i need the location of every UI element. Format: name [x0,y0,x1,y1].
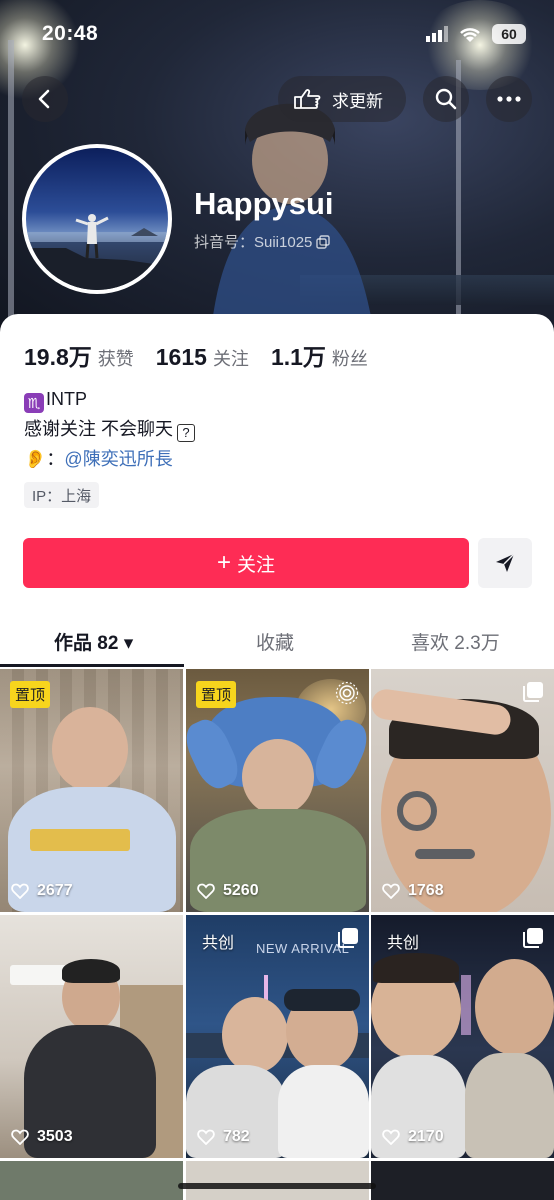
tab-favorites[interactable]: 收藏 [256,628,294,655]
douyin-id-text: 抖音号：Suii1025 [194,234,313,251]
status-icons: 60 [426,24,526,44]
stat-following-value: 1615 [155,344,207,370]
hand-point-icon [294,89,321,109]
pinned-badge: 置顶 [10,681,51,708]
overlay-text: NEW ARRIVAL [256,941,350,956]
video-thumbnail[interactable] [371,1161,554,1200]
like-count-value: 3503 [37,1128,73,1145]
multi-photo-icon [338,928,358,948]
back-button[interactable] [22,76,68,122]
stat-following-label: 关注 [212,349,249,369]
video-thumbnail[interactable]: 共创 2170 [371,915,554,1158]
heart-icon [11,883,29,899]
search-icon [435,88,457,110]
avatar-photo [26,214,168,290]
avatar[interactable] [22,144,172,294]
unknown-glyph-box: ? [177,424,196,442]
bio-mbti: INTP [46,389,88,409]
heart-icon [382,1129,400,1145]
stat-likes-value: 19.8万 [24,344,92,370]
follow-label: 关注 [237,554,276,576]
request-update-label: 求更新 [332,91,383,111]
wifi-icon [460,28,480,42]
multi-photo-icon [523,682,543,702]
collab-label: 共创 [387,935,420,952]
video-thumbnail[interactable]: 置顶 2677 [0,669,183,912]
heart-icon [382,883,400,899]
profile-card: 19.8万 获赞 1615 关注 1.1万 粉丝 ♏ INTP 感谢关注 不会聊天? 👂… [0,314,554,1200]
like-count-value: 5260 [223,882,259,899]
home-indicator[interactable] [178,1183,376,1189]
video-thumbnail[interactable] [186,1161,369,1200]
like-count: 2170 [382,1128,444,1146]
bio: ♏ INTP 感谢关注 不会聊天? 👂：@陳奕迅所長 [24,384,196,474]
like-count: 5260 [197,882,259,900]
more-button[interactable] [486,76,532,122]
signal-icon [426,26,448,42]
send-icon [496,553,515,572]
copy-icon[interactable] [316,234,331,249]
request-update-button[interactable]: 求更新 [278,76,406,122]
back-icon [38,89,50,109]
like-count: 1768 [382,882,444,900]
profile-stats: 19.8万 获赞 1615 关注 1.1万 粉丝 [24,338,368,372]
status-time: 20:48 [42,22,99,45]
tab-liked[interactable]: 喜欢 2.3万 [411,628,500,655]
multi-photo-icon [523,928,543,948]
bio-text: 感谢关注 不会聊天 [24,419,174,439]
follow-button[interactable]: + 关注 [23,538,469,588]
ear-icon: 👂 [24,449,47,469]
bio-separator: ： [46,449,65,469]
video-thumbnail[interactable]: 置顶 5260 [186,669,369,912]
send-message-button[interactable] [478,538,532,588]
bio-line-1: ♏ INTP [24,384,195,414]
video-thumbnail[interactable]: 3503 [0,915,183,1158]
more-icon [497,96,521,102]
heart-icon [197,1129,215,1145]
status-bar: 20:48 60 [0,0,554,66]
ip-location-tag: IP：上海 [24,482,100,508]
zodiac-icon: ♏ [24,393,44,413]
live-photo-icon [335,681,359,705]
heart-icon [197,883,215,899]
bio-line-3: 👂：@陳奕迅所長 [24,444,195,474]
video-thumbnail[interactable] [0,1161,183,1200]
collab-label: 共创 [202,935,235,952]
search-button[interactable] [423,76,469,122]
like-count-value: 2677 [37,882,73,899]
bio-line-2: 感谢关注 不会聊天? [24,414,196,444]
like-count-value: 1768 [408,882,444,899]
pinned-badge: 置顶 [196,681,237,708]
like-count: 3503 [11,1128,73,1146]
stat-likes-label: 获赞 [97,349,134,369]
heart-icon [11,1129,29,1145]
douyin-id[interactable]: 抖音号：Suii1025 [194,231,331,252]
stat-followers-label: 粉丝 [331,349,368,369]
video-thumbnail[interactable]: 1768 [371,669,554,912]
video-thumbnail[interactable]: NEW ARRIVAL 共创 782 [186,915,369,1158]
stat-likes[interactable]: 19.8万 获赞 [24,338,134,372]
like-count-value: 2170 [408,1128,444,1145]
like-count: 782 [197,1128,250,1146]
mention-link[interactable]: @陳奕迅所長 [64,449,172,469]
battery-indicator: 60 [492,24,526,44]
username: Happysui [194,186,334,221]
profile-page: 20:48 60 求更新 Happysui 抖音号：Suii1025 19.8万… [0,0,554,1200]
content-tabs: 作品 82 ▾ 收藏 喜欢 2.3万 [0,614,554,670]
plus-icon: + [216,549,231,576]
stat-followers-value: 1.1万 [270,344,326,370]
stat-following[interactable]: 1615 关注 [156,344,249,371]
like-count-value: 782 [223,1128,250,1145]
stat-followers[interactable]: 1.1万 粉丝 [271,338,368,372]
active-tab-indicator [0,664,184,667]
tab-works[interactable]: 作品 82 ▾ [54,628,133,655]
like-count: 2677 [11,882,73,900]
